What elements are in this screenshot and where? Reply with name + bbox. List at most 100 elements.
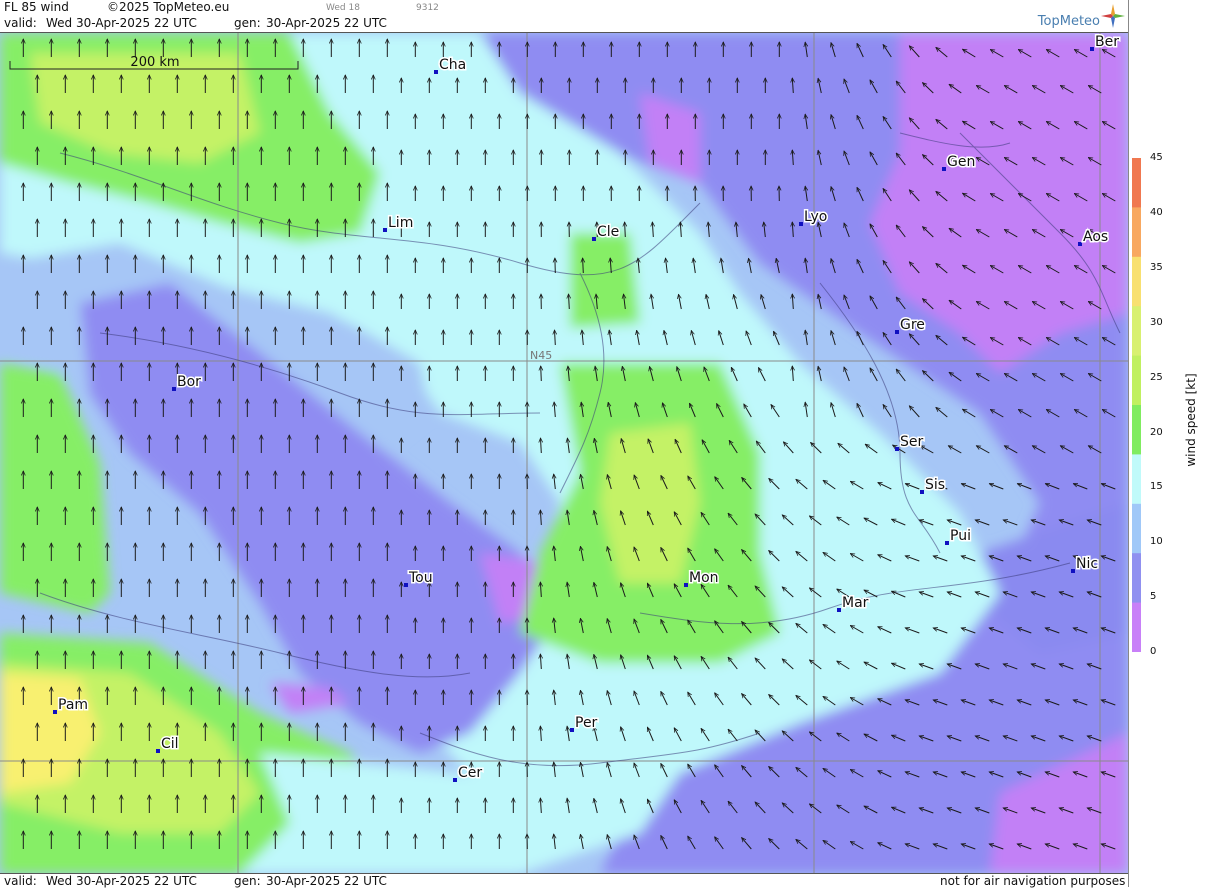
city-gen: Gen [942,154,975,171]
city-label: Gen [947,154,975,170]
city-label: Bor [177,374,201,390]
city-dot [156,749,160,753]
city-mon: Mon [684,570,719,587]
legend-swatch [1132,553,1141,603]
city-label: Cle [597,224,619,240]
legend-tick-label: 40 [1150,207,1163,218]
footer-gen-time: 30-Apr-2025 22 UTC [266,874,387,888]
gen-label: gen: [234,16,261,30]
legend-tick-label: 0 [1150,646,1156,657]
city-dot [920,490,924,494]
legend-swatch [1132,504,1141,554]
compass-star-icon [1100,3,1126,29]
scale-label: 200 km [130,55,179,70]
footer-disclaimer: not for air navigation purposes [940,874,1125,888]
city-gre: Gre [895,317,925,334]
city-cle: Cle [592,224,619,241]
city-dot [895,330,899,334]
city-aos: Aos [1078,229,1108,246]
city-label: Tou [408,570,433,586]
legend-swatch [1132,405,1141,455]
city-dot [453,778,457,782]
city-mar: Mar [837,595,869,612]
topmeteo-logo[interactable]: TopMeteo [978,2,1128,32]
city-cha: Cha [434,57,466,74]
city-dot [404,583,408,587]
city-tou: Tou [404,570,433,587]
city-dot [895,447,899,451]
city-bor: Bor [172,374,201,391]
day-label: Wed 18 [326,3,360,13]
city-dot [942,167,946,171]
city-dot [945,541,949,545]
city-dot [383,228,387,232]
code-label: 9312 [416,3,439,13]
legend-swatch [1132,454,1141,504]
legend-swatch [1132,603,1141,652]
legend-colorbar [1132,158,1141,652]
legend-tick-label: 35 [1150,262,1163,273]
city-label: Ber [1095,34,1119,50]
legend-swatch [1132,306,1141,356]
wind-map[interactable]: N45 200 km Cha Ber Lim Cle Lyo Gen Aos Gre Bor Se… [0,32,1128,874]
legend-swatch [1132,158,1141,208]
gen-time: 30-Apr-2025 22 UTC [266,16,387,30]
legend-tick-label: 20 [1150,427,1163,438]
city-dot [837,608,841,612]
city-dot [53,710,57,714]
wind-arrow [625,222,626,237]
city-dot [684,583,688,587]
city-dot [1090,47,1094,51]
logo-text: TopMeteo [1038,14,1100,29]
legend-tick-label: 5 [1150,591,1156,602]
product-title: FL 85 wind [4,0,69,14]
city-nic: Nic [1071,556,1098,573]
city-label: Mar [842,595,869,611]
footer-gen-label: gen: [234,874,261,888]
city-per: Per [570,715,598,732]
city-label: Ser [900,434,924,450]
valid-label: valid: [4,16,37,30]
footer-valid-time: Wed 30-Apr-2025 22 UTC [46,874,197,888]
city-lyo: Lyo [799,209,827,226]
city-label: Per [575,715,598,731]
map-footer: valid: Wed 30-Apr-2025 22 UTC gen: 30-Ap… [0,873,1128,888]
map-canvas: N45 200 km Cha Ber Lim Cle Lyo Gen Aos Gre Bor Se… [0,33,1128,874]
city-label: Gre [900,317,925,333]
legend-swatch [1132,356,1141,406]
legend-tick-label: 45 [1150,152,1163,163]
city-label: Sis [925,477,945,493]
wind-speed-legend: 454035302520151050 wind speed [kt] [1128,0,1219,887]
footer-valid-label: valid: [4,874,37,888]
city-dot [172,387,176,391]
legend-tick-label: 30 [1150,317,1163,328]
legend-swatch [1132,207,1141,257]
city-label: Nic [1076,556,1098,572]
copyright-text: ©2025 TopMeteo.eu [107,0,229,14]
city-lim: Lim [383,215,413,232]
graticule-label: N45 [530,349,552,362]
city-dot [799,222,803,226]
city-label: Cil [161,736,179,752]
valid-time: Wed 30-Apr-2025 22 UTC [46,16,197,30]
city-dot [434,70,438,74]
legend-tick-label: 15 [1150,481,1163,492]
city-pam: Pam [53,697,88,714]
city-dot [1078,242,1082,246]
city-label: Aos [1083,229,1108,245]
city-label: Mon [689,570,719,586]
city-dot [1071,569,1075,573]
wind-arrow [541,366,542,381]
city-label: Lim [388,215,413,231]
city-label: Pui [950,528,971,544]
city-dot [592,237,596,241]
city-label: Cha [439,57,466,73]
wind-arrow [583,258,584,273]
city-label: Lyo [804,209,827,225]
city-ser: Ser [895,434,924,451]
legend-tick-label: 10 [1150,536,1163,547]
city-ber: Ber [1090,34,1119,51]
legend-swatch [1132,257,1141,307]
city-label: Cer [458,765,482,781]
legend-title: wind speed [kt] [1184,373,1198,466]
